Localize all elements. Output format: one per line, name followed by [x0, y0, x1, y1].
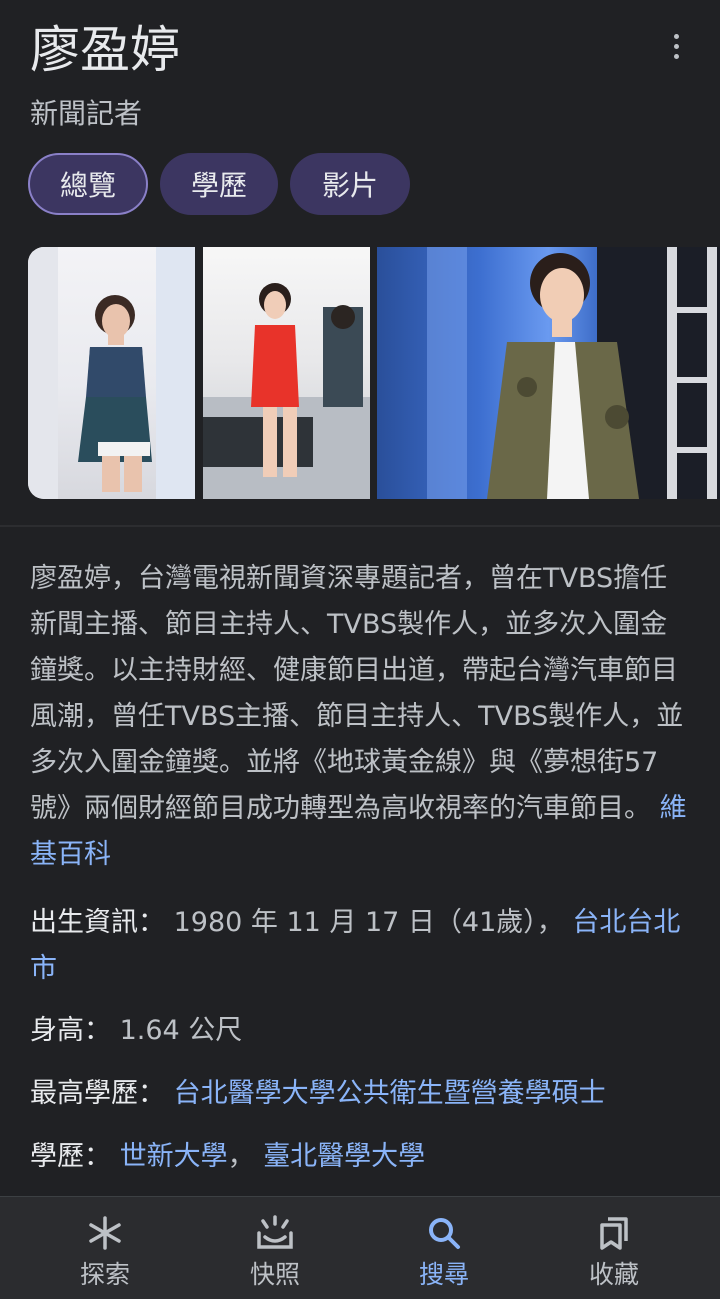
knowledge-panel: 廖盈婷 新聞記者 總覽 學歷 影片 廖盈婷，台灣電視新聞資深專題記者，曾在TVB… [0, 0, 720, 1299]
education-link-2[interactable]: 臺北醫學大學 [263, 1141, 425, 1172]
nav-search[interactable]: 搜尋 [384, 1215, 504, 1291]
education-link-1[interactable]: 世新大學 [120, 1141, 228, 1172]
fact-top-education-label[interactable]: 最高學歷： [30, 1078, 165, 1109]
description-text: 廖盈婷，台灣電視新聞資深專題記者，曾在TVBS擔任新聞主播、節目主持人、TVBS… [30, 563, 684, 824]
more-options-icon[interactable] [668, 28, 684, 64]
search-icon [429, 1218, 460, 1249]
fact-education-label[interactable]: 學歷： [30, 1141, 111, 1172]
description: 廖盈婷，台灣電視新聞資深專題記者，曾在TVBS擔任新聞主播、節目主持人、TVBS… [30, 556, 694, 878]
photo-1[interactable] [28, 247, 195, 499]
photo-2[interactable] [203, 247, 370, 499]
page-subtitle: 新聞記者 [30, 97, 143, 130]
collections-icon [600, 1217, 628, 1250]
bottom-navigation: 探索 快照 搜尋 收藏 [0, 1196, 720, 1299]
chip-overview[interactable]: 總覽 [28, 153, 148, 215]
fact-birth: 出生資訊： 1980 年 11 月 17 日（41歲）， 台北台北市 [30, 900, 694, 992]
section-divider [0, 525, 720, 527]
chip-videos[interactable]: 影片 [290, 153, 410, 215]
fact-education: 學歷： 世新大學， 臺北醫學大學 [30, 1134, 425, 1180]
nav-snapshot-label: 快照 [249, 1260, 300, 1289]
education-separator: ， [227, 1141, 255, 1172]
snapshot-icon [257, 1215, 293, 1249]
fact-height: 身高： 1.64 公尺 [30, 1008, 242, 1054]
image-carousel [28, 247, 720, 499]
nav-collections[interactable]: 收藏 [554, 1215, 674, 1291]
page-title: 廖盈婷 [30, 21, 180, 79]
fact-birth-value: 1980 年 11 月 17 日（41歲）， [173, 907, 564, 938]
fact-top-education: 最高學歷： 台北醫學大學公共衛生暨營養學碩士 [30, 1071, 606, 1117]
fact-height-value: 1.64 公尺 [119, 1015, 243, 1046]
chip-education[interactable]: 學歷 [160, 153, 278, 215]
chip-bar: 總覽 學歷 影片 [28, 153, 410, 215]
nav-discover[interactable]: 探索 [45, 1215, 165, 1291]
asterisk-icon [89, 1216, 121, 1250]
fact-height-label[interactable]: 身高： [30, 1015, 111, 1046]
nav-discover-label: 探索 [79, 1260, 130, 1289]
top-education-link[interactable]: 台北醫學大學公共衛生暨營養學碩士 [174, 1078, 606, 1109]
nav-snapshot[interactable]: 快照 [215, 1215, 335, 1291]
fact-birth-label[interactable]: 出生資訊： [30, 907, 165, 938]
nav-collections-label: 收藏 [588, 1260, 639, 1289]
photo-3[interactable] [377, 247, 720, 499]
nav-search-label: 搜尋 [418, 1260, 469, 1289]
